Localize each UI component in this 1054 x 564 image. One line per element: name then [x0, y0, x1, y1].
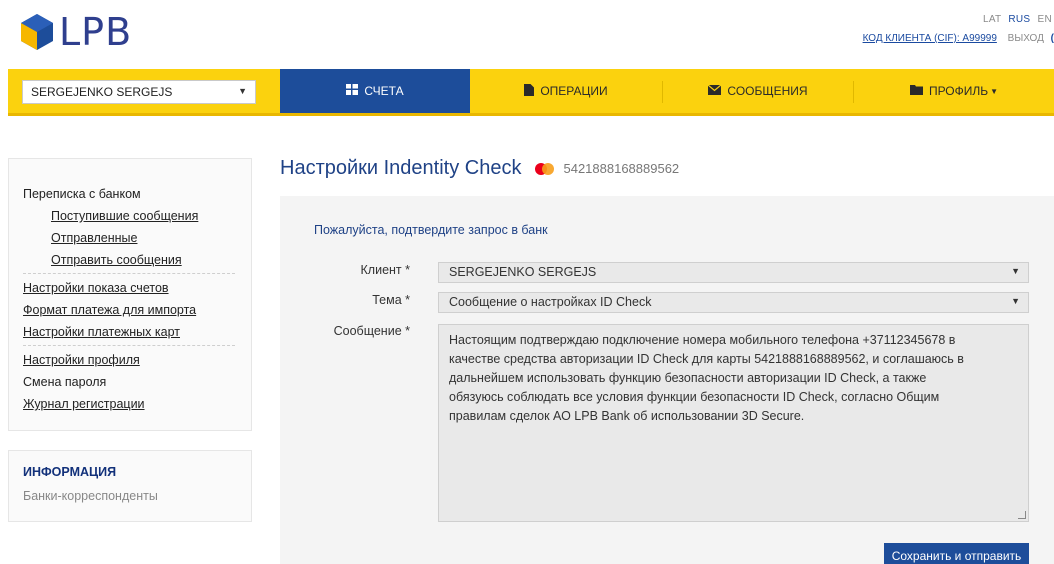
client-select[interactable]: SERGEJENKO SERGEJS ▼ [438, 262, 1029, 283]
request-form: Пожалуйста, подтвердите запрос в банк Кл… [280, 196, 1054, 564]
app-root: LPB LAT RUS EN КОД КЛИЕНТА (CIF): A99999… [0, 0, 1054, 564]
nav-tab-messages-label: СООБЩЕНИЯ [727, 84, 808, 98]
client-label: Клиент * [360, 263, 410, 277]
client-select-value: SERGEJENKO SERGEJS [449, 265, 597, 279]
nav-tab-accounts-label: СЧЕТА [364, 84, 404, 98]
language-switcher: LAT RUS EN [979, 14, 1052, 25]
page-title: Настройки Indentity Check 54218881688895… [280, 157, 679, 180]
logout-link[interactable]: ВЫХОД [1008, 33, 1044, 44]
sidebar-menu: Переписка с банком Поступившие сообщения… [8, 158, 252, 431]
caret-down-icon: ▼ [990, 86, 999, 96]
sidebar-item-account-display[interactable]: Настройки показа счетов [23, 277, 251, 299]
sidebar-item-inbox[interactable]: Поступившие сообщения [23, 205, 251, 227]
lang-en[interactable]: EN [1038, 14, 1053, 25]
sidebar-item-log[interactable]: Журнал регистрации [23, 393, 251, 415]
message-line: Настоящим подтверждаю подключение номера… [449, 333, 956, 347]
nav-tab-messages[interactable]: СООБЩЕНИЯ [663, 69, 853, 113]
lang-rus[interactable]: RUS [1008, 14, 1030, 25]
sidebar-divider [23, 273, 235, 274]
logout-tail: ( [1050, 33, 1054, 44]
card-number: 5421888168889562 [563, 161, 680, 176]
nav-tab-profile-label: ПРОФИЛЬ [928, 84, 989, 98]
sidebar-item-change-password[interactable]: Смена пароля [23, 371, 251, 393]
page-title-text: Настройки Indentity Check [280, 157, 522, 179]
mastercard-icon [533, 161, 557, 177]
document-icon [524, 83, 535, 99]
message-line: обязуюсь соблюдать все условия функции б… [449, 390, 940, 404]
client-bar: КОД КЛИЕНТА (CIF): A99999 ВЫХОД ( [863, 33, 1054, 44]
message-line: дальнейшем использовать функцию безопасн… [449, 371, 927, 385]
save-and-send-button[interactable]: Сохранить и отправить [884, 543, 1029, 564]
sidebar-item-sent[interactable]: Отправленные [23, 227, 251, 249]
message-line: качестве средства авторизации ID Check д… [449, 352, 964, 366]
message-label: Сообщение * [333, 324, 410, 338]
logo-text: LPB [59, 10, 133, 54]
topic-select-value: Сообщение о настройках ID Check [449, 295, 652, 309]
topic-label: Тема * [372, 293, 410, 307]
lang-lat[interactable]: LAT [983, 14, 1001, 25]
caret-down-icon: ▼ [1011, 296, 1020, 306]
sidebar-group-correspondence: Переписка с банком [23, 187, 141, 201]
sidebar-item-profile-settings[interactable]: Настройки профиля [23, 349, 251, 371]
message-textarea[interactable]: Настоящим подтверждаю подключение номера… [438, 324, 1029, 522]
lpb-logo[interactable]: LPB [19, 12, 159, 52]
sidebar-info: ИНФОРМАЦИЯ Банки-корреспонденты [8, 450, 252, 522]
nav-tab-operations[interactable]: ОПЕРАЦИИ [470, 69, 662, 113]
nav-tab-profile[interactable]: ПРОФИЛЬ ▼ [854, 69, 1054, 113]
info-header: ИНФОРМАЦИЯ [23, 465, 117, 479]
envelope-icon [708, 84, 722, 98]
logo-mark-icon [21, 14, 53, 50]
caret-down-icon: ▼ [238, 86, 247, 96]
sidebar-divider [23, 345, 235, 346]
sidebar-item-card-settings[interactable]: Настройки платежных карт [23, 321, 251, 343]
message-line: правилам сделок АО LPB Bank об использов… [449, 409, 805, 423]
sidebar-item-payment-format[interactable]: Формат платежа для импорта [23, 299, 251, 321]
topic-select[interactable]: Сообщение о настройках ID Check ▼ [438, 292, 1029, 313]
sidebar-item-send-message[interactable]: Отправить сообщения [23, 249, 251, 271]
folder-icon [909, 84, 923, 98]
main-navbar: SERGEJENKO SERGEJS ▼ СЧЕТА ОПЕРАЦИИ СООБ… [8, 69, 1054, 116]
grid-icon [346, 84, 359, 98]
resize-handle-icon[interactable] [1018, 511, 1026, 519]
nav-tab-operations-label: ОПЕРАЦИИ [540, 84, 608, 98]
account-select[interactable]: SERGEJENKO SERGEJS ▼ [22, 80, 256, 104]
nav-tab-accounts[interactable]: СЧЕТА [280, 69, 470, 113]
form-prompt: Пожалуйста, подтвердите запрос в банк [314, 223, 548, 237]
correspondent-banks-link[interactable]: Банки-корреспонденты [23, 489, 237, 503]
account-select-value: SERGEJENKO SERGEJS [31, 85, 173, 99]
caret-down-icon: ▼ [1011, 266, 1020, 276]
client-code-link[interactable]: КОД КЛИЕНТА (CIF): A99999 [863, 33, 997, 44]
